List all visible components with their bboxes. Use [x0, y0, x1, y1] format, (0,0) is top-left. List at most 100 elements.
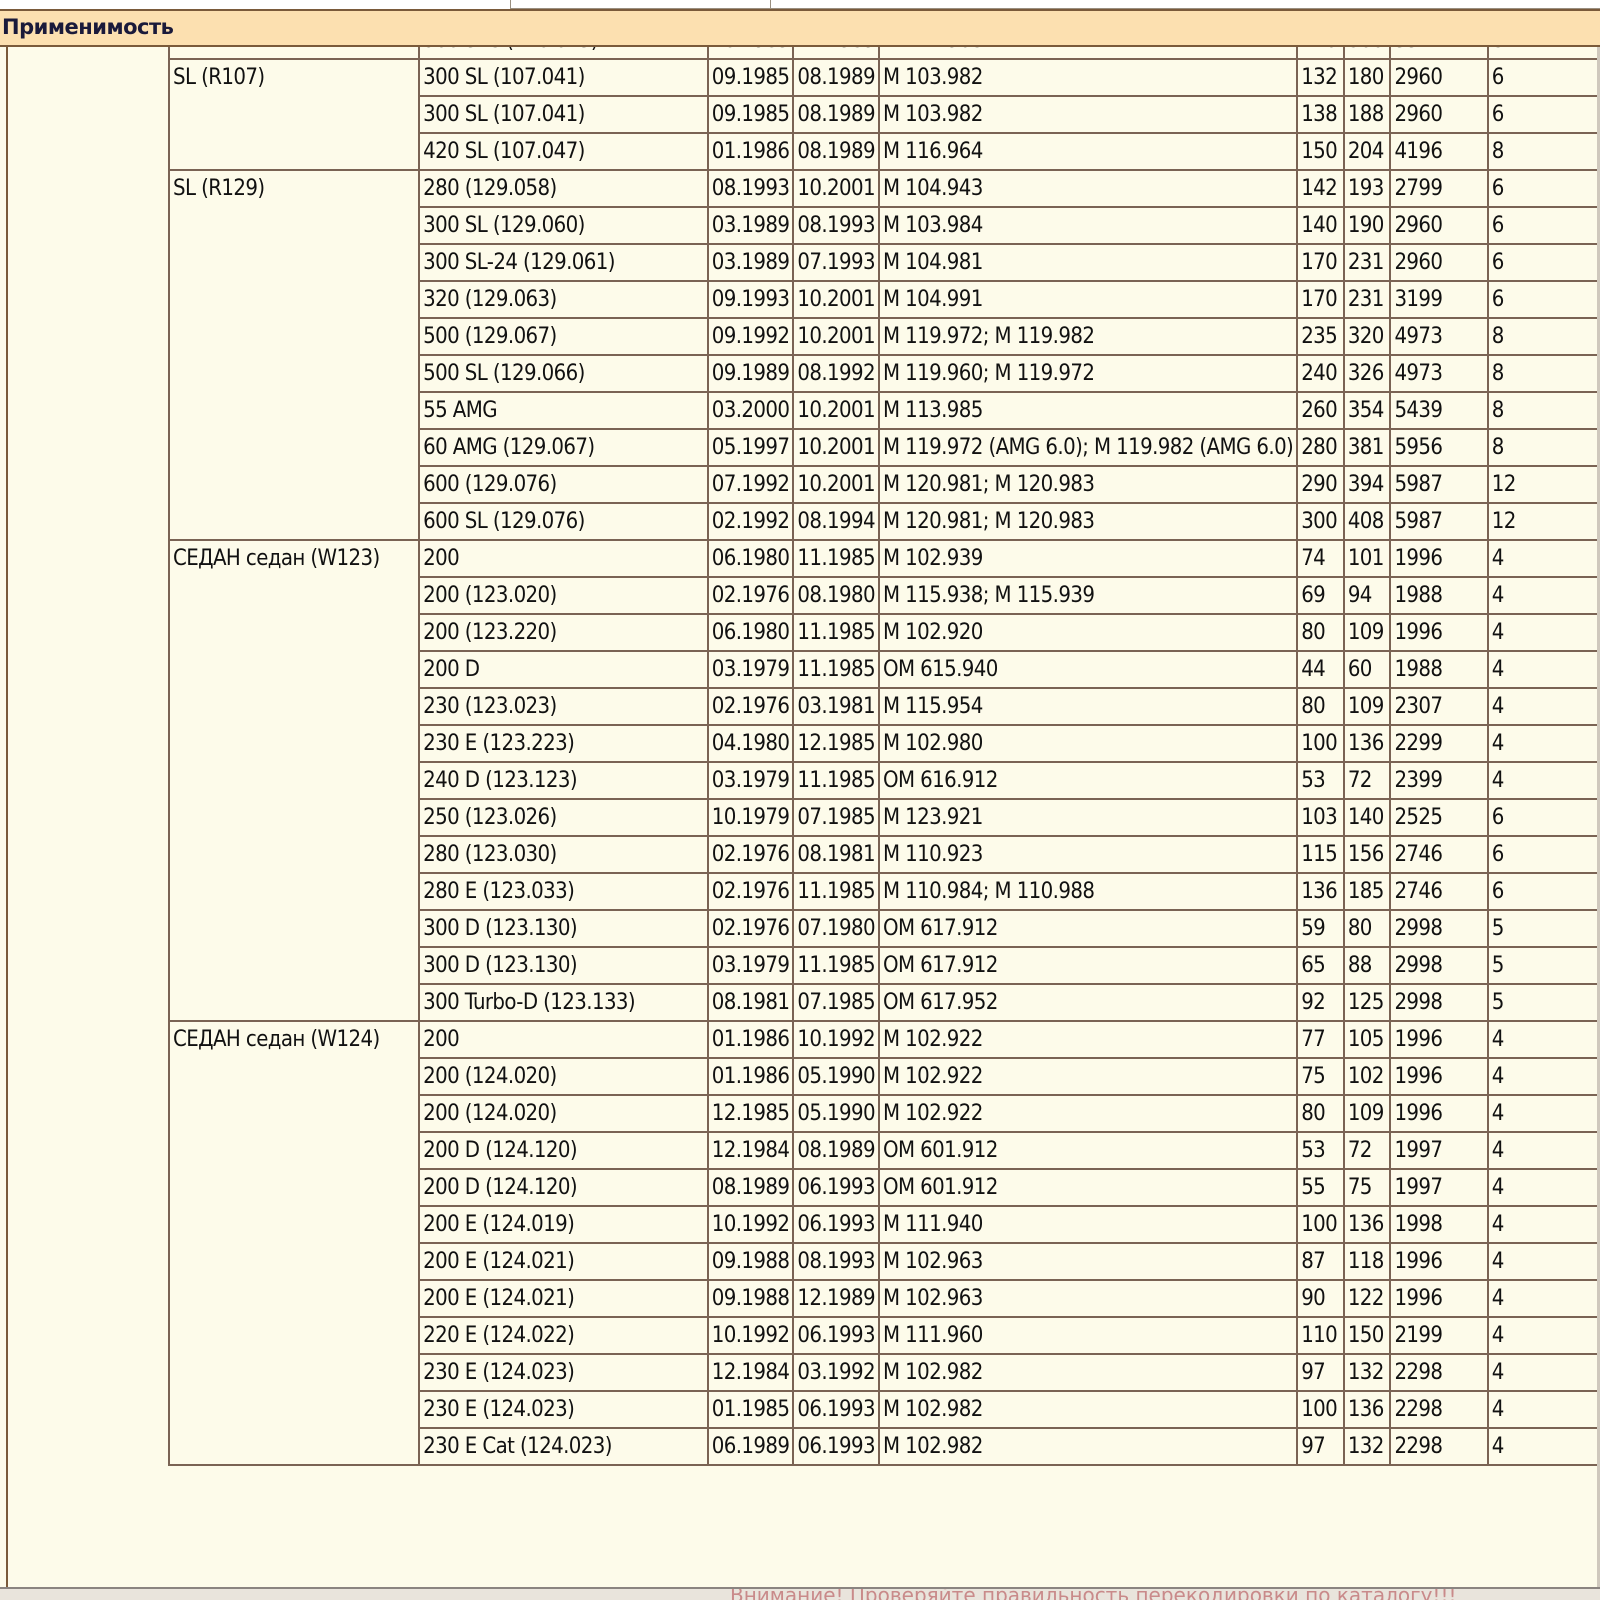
- date-to-cell: 11.1985: [792, 946, 880, 985]
- hp-cell: 381: [1342, 428, 1392, 467]
- displacement-cell: 2307: [1389, 687, 1489, 726]
- date-from-cell: 02.1976: [706, 872, 795, 911]
- kw-cell: 80: [1296, 613, 1345, 652]
- date-from-cell: 05.1997: [706, 428, 795, 467]
- model-cell: 200 D (124.120): [418, 1131, 709, 1170]
- cylinders-cell: 4: [1486, 1168, 1600, 1207]
- displacement-cell: 3199: [1389, 280, 1489, 319]
- cylinders-cell: 12: [1486, 465, 1600, 504]
- date-from-cell: 09.1992: [706, 317, 795, 356]
- applicability-table: 300 SLC (126.045)10.198512.1989M 117.968…: [167, 47, 1600, 1466]
- date-from-cell: 01.1986: [706, 1020, 795, 1059]
- cylinders-cell: 4: [1486, 687, 1600, 726]
- date-to-cell: 10.1992: [792, 1020, 880, 1059]
- date-from-cell: 03.1989: [706, 206, 795, 245]
- date-from-cell: 09.1985: [706, 95, 795, 134]
- engine-code-cell: M 120.981; M 120.983: [877, 502, 1299, 541]
- model-cell: 300 D (123.130): [418, 946, 709, 985]
- date-from-cell: 03.1979: [706, 650, 795, 689]
- engine-code-cell: M 103.982: [877, 95, 1299, 134]
- applicability-table-container[interactable]: 300 SLC (126.045)10.198512.1989M 117.968…: [0, 47, 1600, 1587]
- hp-cell: 109: [1342, 613, 1392, 652]
- date-to-cell: 06.1993: [792, 1316, 880, 1355]
- model-cell: 200: [418, 539, 709, 578]
- cylinders-cell: 12: [1486, 502, 1600, 541]
- warning-message: Внимание! Проверяйте правильность переко…: [730, 1587, 1457, 1600]
- cylinders-cell: 4: [1486, 650, 1600, 689]
- hp-cell: 136: [1342, 1205, 1392, 1244]
- hp-cell: 80: [1342, 909, 1392, 948]
- table-row[interactable]: СЕДАН седан (W124) 200 01.1986 10.1992 M 102…: [167, 1020, 1600, 1466]
- engine-code-cell: M 102.963: [877, 1242, 1299, 1281]
- date-to-cell: 10.2001: [792, 317, 880, 356]
- date-from-cell: 07.1992: [706, 465, 795, 504]
- hp-cell: 118: [1342, 1242, 1392, 1281]
- cylinders-cell: 4: [1486, 1020, 1600, 1059]
- displacement-cell: 2960: [1389, 243, 1489, 282]
- model-cell: 200 E (124.019): [418, 1205, 709, 1244]
- model-cell: 300 SL-24 (129.061): [418, 243, 709, 282]
- model-cell: 200 D: [418, 650, 709, 689]
- displacement-cell: 1996: [1389, 1020, 1489, 1059]
- date-from-cell: 02.1976: [706, 687, 795, 726]
- hp-cell: 204: [1342, 132, 1392, 171]
- kw-cell: 92: [1296, 983, 1345, 1022]
- date-to-cell: 05.1990: [792, 1094, 880, 1133]
- table-row[interactable]: SL (R107) 300 SL (107.041) 09.1985 08.1989 M…: [167, 58, 1600, 171]
- hp-cell: 408: [1342, 502, 1392, 541]
- date-to-cell: 08.1989: [792, 1131, 880, 1170]
- hp-cell: 394: [1342, 465, 1392, 504]
- table-row[interactable]: 300 SLC (126.045)10.198512.1989M 117.968…: [167, 47, 1600, 60]
- engine-code-cell: OM 616.912: [877, 761, 1299, 800]
- hp-cell: 94: [1342, 576, 1392, 615]
- kw-cell: 115: [1296, 835, 1345, 874]
- engine-code-cell: M 102.982: [877, 1353, 1299, 1392]
- model-cell: 230 E (123.223): [418, 724, 709, 763]
- date-to-cell: 11.1985: [792, 761, 880, 800]
- table-row[interactable]: SL (R129) 280 (129.058) 08.1993 10.2001 M 10…: [167, 169, 1600, 541]
- hp-cell: 300: [1342, 47, 1392, 60]
- date-from-cell: 10.1992: [706, 1205, 795, 1244]
- cylinders-cell: 4: [1486, 1242, 1600, 1281]
- engine-code-cell: M 110.984; M 110.988: [877, 872, 1299, 911]
- date-to-cell: 10.2001: [792, 391, 880, 430]
- model-cell: 280 (123.030): [418, 835, 709, 874]
- cylinders-cell: 6: [1486, 95, 1600, 134]
- date-to-cell: 08.1993: [792, 206, 880, 245]
- date-to-cell: 06.1993: [792, 1390, 880, 1429]
- engine-code-cell: M 102.982: [877, 1427, 1299, 1466]
- hp-cell: 125: [1342, 983, 1392, 1022]
- kw-cell: 100: [1296, 1390, 1345, 1429]
- model-cell: 200: [418, 1020, 709, 1059]
- kw-cell: 53: [1296, 761, 1345, 800]
- date-to-cell: 12.1989: [792, 1279, 880, 1318]
- engine-code-cell: OM 617.952: [877, 983, 1299, 1022]
- model-cell: 200 E (124.021): [418, 1242, 709, 1281]
- engine-code-cell: M 111.960: [877, 1316, 1299, 1355]
- date-to-cell: 06.1993: [792, 1205, 880, 1244]
- cylinders-cell: 4: [1486, 576, 1600, 615]
- kw-cell: 170: [1296, 243, 1345, 282]
- engine-code-cell: M 102.922: [877, 1020, 1299, 1059]
- model-cell: 500 (129.067): [418, 317, 709, 356]
- engine-code-cell: M 102.963: [877, 1279, 1299, 1318]
- model-cell: 200 (124.020): [418, 1057, 709, 1096]
- hp-cell: 136: [1342, 724, 1392, 763]
- table-row[interactable]: СЕДАН седан (W123) 200 06.1980 11.1985 M 102…: [167, 539, 1600, 1022]
- hp-cell: 72: [1342, 761, 1392, 800]
- group-name-cell: SL (R107): [167, 58, 421, 171]
- applicability-panel-header[interactable]: Применимость: [0, 9, 1600, 47]
- cylinders-cell: 4: [1486, 1316, 1600, 1355]
- cylinders-cell: 8: [1486, 391, 1600, 430]
- cylinders-cell: 6: [1486, 206, 1600, 245]
- date-to-cell: 08.1989: [792, 95, 880, 134]
- displacement-cell: 1998: [1389, 1205, 1489, 1244]
- displacement-cell: 1996: [1389, 1242, 1489, 1281]
- date-to-cell: 11.1985: [792, 872, 880, 911]
- date-from-cell: 02.1976: [706, 909, 795, 948]
- hp-cell: 140: [1342, 798, 1392, 837]
- model-cell: 230 E (124.023): [418, 1390, 709, 1429]
- status-bar: Внимание! Проверяйте правильность переко…: [0, 1587, 1600, 1600]
- date-to-cell: 07.1993: [792, 243, 880, 282]
- date-from-cell: 01.1986: [706, 132, 795, 171]
